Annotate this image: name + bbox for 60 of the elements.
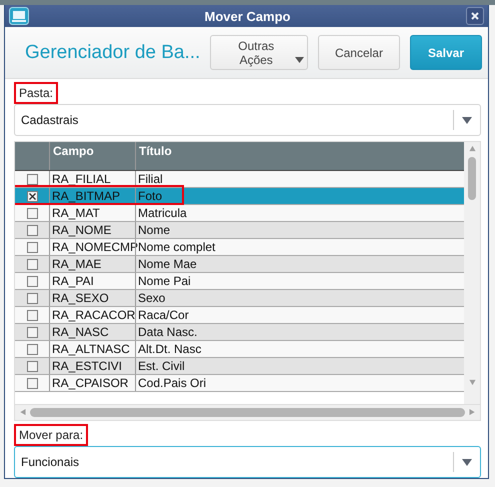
checkbox[interactable]	[26, 326, 38, 338]
column-header[interactable]: Campo	[49, 142, 135, 170]
table-cell: RA_FILIAL	[49, 171, 135, 187]
field-label: Mover para:	[14, 424, 88, 446]
scroll-up-icon[interactable]	[468, 145, 476, 152]
scroll-left-icon[interactable]	[19, 409, 26, 416]
checkbox[interactable]	[26, 344, 38, 354]
table-cell: RA_MAE	[49, 256, 135, 272]
table-cell: RA_NASC	[49, 324, 135, 340]
table-cell: RA_ALTNASC	[49, 341, 135, 357]
checkbox[interactable]	[26, 242, 38, 252]
scrollbar-thumb[interactable]	[30, 408, 465, 417]
checkbox[interactable]	[26, 208, 38, 218]
checkbox[interactable]	[26, 310, 38, 320]
table-row[interactable]: RA_MAT Matricula	[15, 205, 464, 222]
table-row[interactable]: RA_NOMECMPNome complet	[15, 239, 464, 256]
scrollbar-thumb[interactable]	[468, 157, 476, 200]
page-title: Gerenciador de Ba...	[25, 42, 200, 64]
table-cell: RA_ESTCIVI	[49, 358, 135, 374]
checkbox[interactable]	[26, 190, 38, 202]
table-cell: RA_BITMAP	[49, 188, 135, 204]
close-icon	[471, 12, 479, 20]
table-row[interactable]: RA_BITMAP Foto	[15, 188, 464, 205]
dropdown-field[interactable]: Funcionais	[14, 446, 481, 478]
window-title: Mover Campo	[204, 8, 292, 24]
table-cell: RA_CPAISOR	[49, 375, 135, 391]
checkbox[interactable]	[26, 378, 38, 388]
table-row[interactable]: RA_ALTNASC Alt.Dt. Nasc	[15, 341, 464, 358]
scroll-down-icon[interactable]	[468, 379, 476, 386]
checkbox[interactable]	[26, 258, 38, 270]
dropdown-arrow-icon	[462, 116, 472, 124]
table-cell: RA_RACACOR	[49, 307, 135, 323]
table-cell: RA_SEXO	[49, 290, 135, 306]
table-row[interactable]: RA_SEXO Sexo	[15, 290, 464, 307]
checkbox[interactable]	[26, 224, 38, 236]
table-row[interactable]: RA_FILIAL Filial	[15, 171, 464, 188]
field-label: Pasta:	[14, 82, 58, 104]
more-actions-button[interactable]: Outras Ações	[210, 35, 308, 70]
dropdown-arrow-icon	[462, 458, 472, 466]
table-cell: RA_PAI	[49, 273, 135, 289]
checkbox[interactable]	[26, 276, 38, 286]
dropdown-field[interactable]: Cadastrais	[14, 104, 481, 136]
cancel-button[interactable]: Cancelar	[318, 35, 400, 70]
table-row[interactable]: RA_NOME Nome	[15, 222, 464, 239]
close-button[interactable]	[466, 7, 484, 26]
table-row[interactable]: RA_PAI Nome Pai	[15, 273, 464, 290]
table-cell: RA_NOME	[49, 222, 135, 238]
table-cell: RA_NOMECMP	[49, 239, 135, 255]
table-row[interactable]: RA_ESTCIVI Est. Civil	[15, 358, 464, 375]
table-row[interactable]: RA_RACACOR Raca/Cor	[15, 307, 464, 324]
table-row[interactable]: RA_NASC Data Nasc.	[15, 324, 464, 341]
checkbox[interactable]	[26, 292, 38, 304]
monitor-icon	[9, 7, 29, 26]
scroll-right-icon[interactable]	[469, 409, 476, 416]
checkbox[interactable]	[26, 174, 38, 184]
checkbox[interactable]	[26, 360, 38, 372]
caret-icon	[294, 57, 304, 64]
table-row[interactable]: RA_CPAISOR Cod.Pais Ori	[15, 375, 464, 392]
table-row[interactable]: RA_MAE Nome Mae	[15, 256, 464, 273]
table-cell: RA_MAT	[49, 205, 135, 221]
